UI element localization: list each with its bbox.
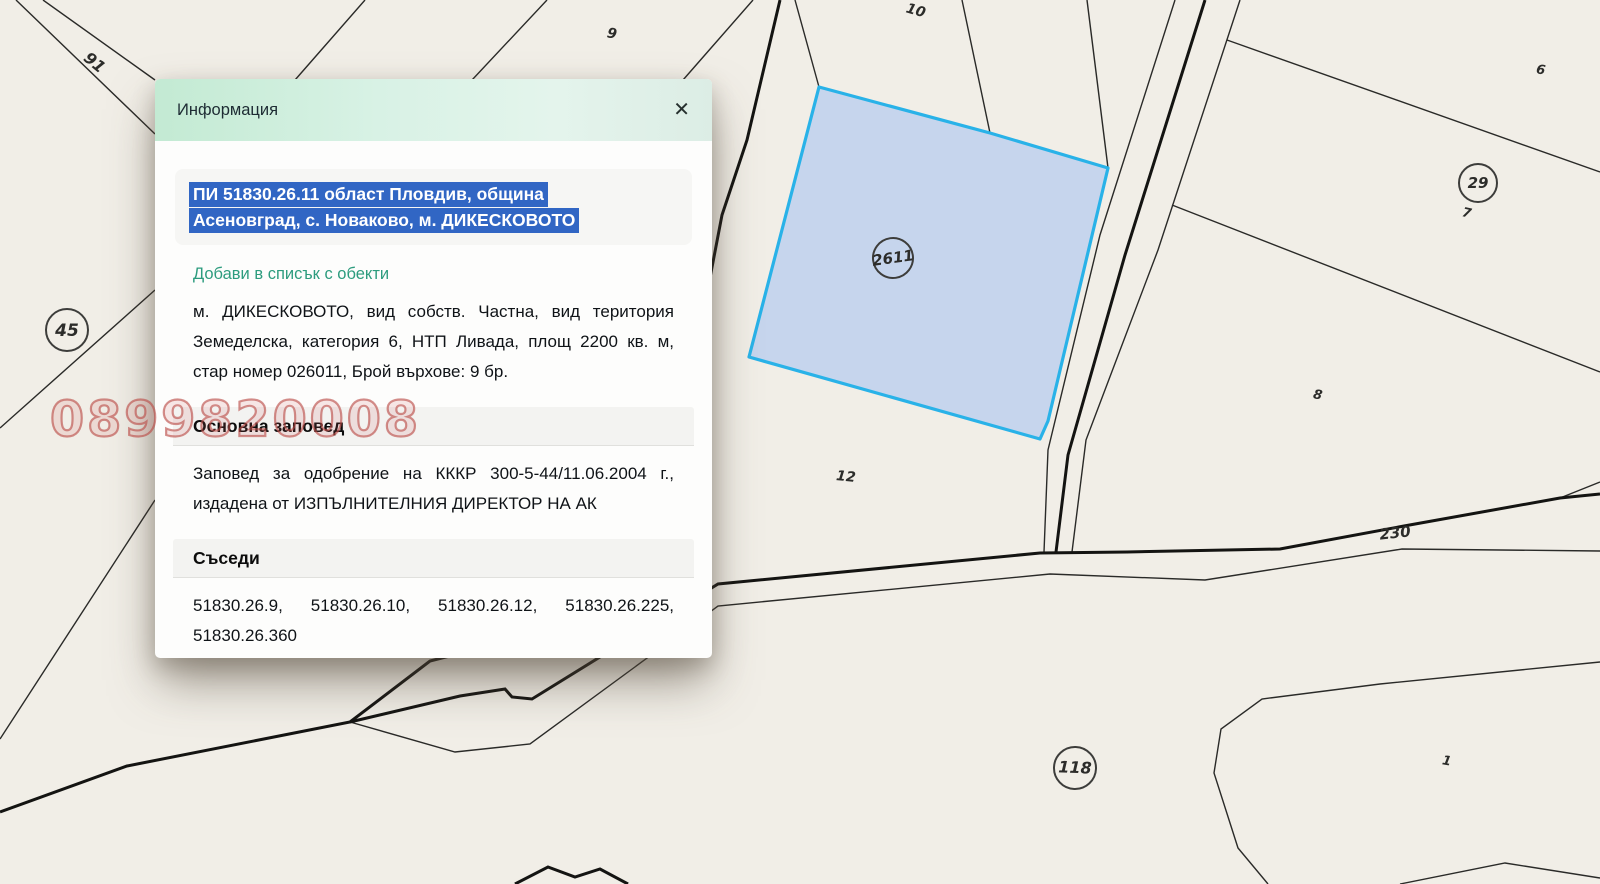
section-heading-main-order: Основна заповед [173, 407, 694, 446]
parcel-number-6: 6 [1535, 62, 1547, 78]
parcel-number-10: 10 [904, 1, 927, 22]
svg-text:45: 45 [54, 321, 79, 341]
parcel-title-line1: ПИ 51830.26.11 област Пловдив, община [189, 182, 548, 207]
close-icon[interactable]: ✕ [673, 100, 690, 120]
parcel-boundary-line [683, 0, 753, 80]
parcel-boundary-line [295, 0, 365, 80]
parcel-number-29: 29 [1459, 164, 1497, 202]
svg-text:12: 12 [835, 468, 856, 486]
svg-text:6: 6 [1535, 62, 1547, 78]
parcel-boundary-line [1214, 662, 1600, 884]
selected-parcel-polygon[interactable] [749, 87, 1108, 439]
main-order-text: Заповед за одобрение на КККР 300-5-44/11… [193, 459, 674, 519]
svg-text:8: 8 [1312, 387, 1324, 403]
add-to-list-link[interactable]: Добави в списък с обекти [193, 265, 674, 284]
parcel-title-panel[interactable]: ПИ 51830.26.11 област Пловдив, община Ас… [175, 169, 692, 245]
road-line [515, 867, 628, 884]
cadastral-map-app: 91 9 10 6 29 7 45 2611 8 12 230 118 1 [0, 0, 1600, 884]
parcel-number-230: 230 [1378, 522, 1411, 543]
parcel-boundary-line [0, 500, 155, 739]
parcel-number-91: 91 [80, 48, 109, 77]
parcel-number-9: 9 [606, 25, 619, 42]
parcel-boundary-line [962, 0, 990, 133]
parcel-description: м. ДИКЕСКОВОТО, вид собств. Частна, вид … [193, 297, 674, 387]
parcel-boundary-line [472, 0, 547, 80]
parcel-boundary-line [1227, 40, 1600, 172]
parcel-number-118: 118 [1053, 746, 1096, 789]
svg-text:29: 29 [1468, 174, 1489, 192]
svg-text:230: 230 [1378, 522, 1411, 543]
parcel-boundary-line [1172, 205, 1600, 372]
svg-text:91: 91 [80, 48, 109, 77]
parcel-number-7: 7 [1461, 205, 1474, 222]
dialog-body: ПИ 51830.26.11 област Пловдив, община Ас… [155, 169, 712, 651]
section-heading-neighbors: Съседи [173, 539, 694, 578]
info-dialog: Информация ✕ ПИ 51830.26.11 област Пловд… [155, 79, 712, 658]
svg-text:118: 118 [1058, 757, 1092, 777]
parcel-number-8: 8 [1312, 387, 1324, 403]
parcel-boundary-line [795, 0, 819, 87]
svg-text:9: 9 [606, 25, 619, 42]
parcel-boundary-line [1400, 863, 1600, 884]
dialog-title: Информация [177, 101, 278, 120]
svg-text:1: 1 [1441, 753, 1453, 769]
svg-text:10: 10 [904, 1, 927, 22]
parcel-title-line2: Асеновград, с. Новаково, м. ДИКЕСКОВОТО [189, 208, 579, 233]
svg-text:7: 7 [1461, 205, 1474, 222]
parcel-number-12: 12 [835, 468, 856, 486]
parcel-number-45: 45 [46, 309, 88, 351]
parcel-number-1: 1 [1441, 753, 1453, 769]
neighbors-text: 51830.26.9, 51830.26.10, 51830.26.12, 51… [193, 591, 674, 651]
parcel-boundary-line [1087, 0, 1108, 168]
dialog-header: Информация ✕ [155, 79, 712, 141]
